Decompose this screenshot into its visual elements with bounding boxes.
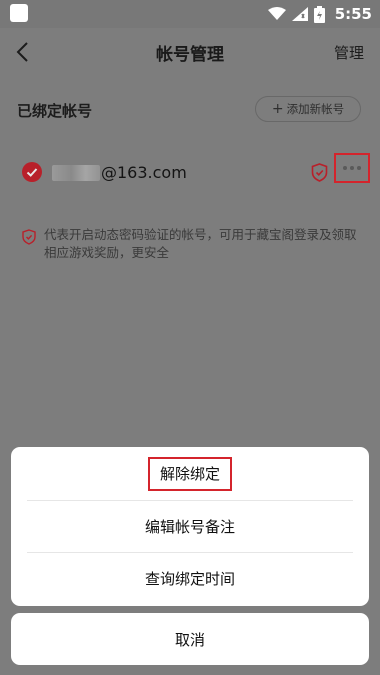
signal-icon (291, 7, 308, 21)
account-email: @163.com (101, 163, 187, 182)
wifi-icon (267, 7, 286, 20)
manage-button[interactable]: 管理 (334, 42, 364, 63)
checkmark-icon (22, 162, 42, 182)
add-account-label: 添加新帐号 (286, 102, 345, 116)
unbind-option[interactable]: 解除绑定 (11, 448, 369, 500)
unbind-label: 解除绑定 (147, 457, 232, 491)
shield-icon (22, 229, 36, 245)
masked-email-prefix (52, 165, 100, 181)
add-account-button[interactable]: + 添加新帐号 (255, 96, 361, 122)
cancel-button[interactable]: 取消 (11, 613, 369, 665)
status-time: 5:55 (334, 5, 372, 23)
more-dot-icon (357, 166, 361, 170)
status-icons: 5:55 (267, 4, 372, 24)
nav-bar: 帐号管理 管理 (0, 28, 380, 78)
page-title: 帐号管理 (156, 45, 224, 65)
notification-icon (10, 4, 28, 22)
status-bar: 5:55 (0, 0, 380, 28)
action-sheet: 解除绑定 编辑帐号备注 查询绑定时间 (11, 447, 369, 606)
more-dot-icon (350, 166, 354, 170)
edit-account-note-option[interactable]: 编辑帐号备注 (11, 500, 369, 552)
account-management-page: 帐号管理 管理 已绑定帐号 + 添加新帐号 @163.com 代表开启动态密码验… (0, 28, 380, 675)
more-options-button[interactable] (334, 153, 370, 183)
account-row[interactable]: @163.com (0, 153, 380, 188)
otp-notice: 代表开启动态密码验证的帐号，可用于藏宝阁登录及领取相应游戏奖励，更安全 (22, 226, 367, 266)
notice-text: 代表开启动态密码验证的帐号，可用于藏宝阁登录及领取相应游戏奖励，更安全 (44, 227, 357, 260)
plus-icon: + (271, 101, 284, 117)
shield-icon (311, 163, 328, 182)
query-bind-time-option[interactable]: 查询绑定时间 (11, 552, 369, 604)
more-dot-icon (343, 166, 347, 170)
bound-accounts-title: 已绑定帐号 (17, 102, 93, 120)
battery-icon (313, 5, 325, 23)
